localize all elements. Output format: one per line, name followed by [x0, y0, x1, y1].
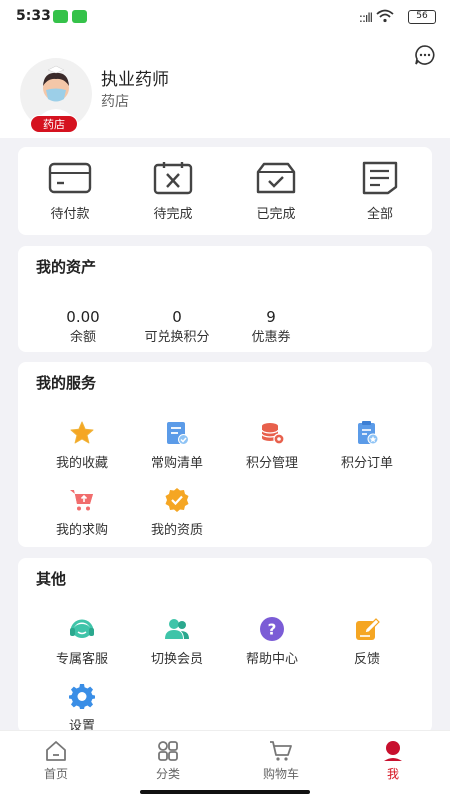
wechat-icon: [53, 10, 68, 23]
other-customer-service[interactable]: 专属客服: [40, 616, 124, 667]
order-completed[interactable]: 已完成: [241, 161, 311, 222]
message-icon[interactable]: [414, 44, 436, 66]
status-time: 5:33: [16, 8, 51, 24]
order-pending-payment[interactable]: 待付款: [35, 161, 105, 222]
help-icon: ?: [260, 617, 284, 641]
tab-home[interactable]: 首页: [21, 739, 91, 782]
other-help-center[interactable]: ? 帮助中心: [230, 616, 314, 667]
order-to-complete[interactable]: 待完成: [138, 161, 208, 222]
assets-card: 我的资产 0.00 余额 0 可兑换积分 9 优惠券: [18, 246, 432, 352]
service-my-qualifications[interactable]: 我的资质: [135, 487, 219, 538]
profile-icon: [384, 741, 402, 761]
users-icon: [165, 619, 189, 639]
shop-type: 药店: [101, 94, 129, 110]
profile-header: 药店 执业药师 药店: [0, 34, 450, 138]
role-badge: 药店: [30, 115, 78, 133]
battery-indicator: 56: [408, 10, 436, 24]
avatar[interactable]: 药店: [20, 58, 92, 133]
other-settings[interactable]: 设置: [40, 683, 124, 734]
cart-upload-icon: [70, 490, 93, 511]
star-icon: [70, 421, 94, 444]
wechat-icon: [72, 10, 87, 23]
order-all[interactable]: 全部: [345, 161, 415, 222]
status-bar: 5:33 ::ıll 56: [0, 0, 450, 34]
signal-icon: ::ıll: [358, 11, 373, 25]
asset-balance[interactable]: 0.00 余额: [38, 308, 128, 345]
home-indicator: [140, 790, 310, 794]
services-title: 我的服务: [36, 374, 97, 392]
other-title: 其他: [36, 570, 67, 588]
headset-icon: [70, 619, 94, 638]
other-feedback[interactable]: 反馈: [325, 616, 409, 667]
user-name: 执业药师: [101, 70, 169, 90]
list-check-icon: [167, 422, 189, 445]
badge-check-icon: [165, 488, 189, 512]
orders-card: 待付款 待完成 已完成 全部: [18, 147, 432, 235]
asset-points[interactable]: 0 可兑换积分: [132, 308, 222, 345]
cart-icon: [270, 741, 292, 761]
tab-me[interactable]: 我: [358, 739, 428, 782]
service-favorites[interactable]: 我的收藏: [40, 420, 124, 471]
wifi-icon: [376, 9, 394, 23]
grid-icon: [158, 741, 178, 761]
gear-icon: [69, 684, 95, 709]
assets-title: 我的资产: [36, 258, 97, 276]
wallet-card-icon: [48, 162, 92, 194]
document-list-icon: [362, 161, 398, 195]
service-points-management[interactable]: 积分管理: [230, 420, 314, 471]
other-switch-member[interactable]: 切换会员: [135, 616, 219, 667]
other-card: 其他 专属客服 切换会员 ? 帮助中心 反馈 设置: [18, 558, 432, 734]
box-check-icon: [256, 162, 296, 194]
order-star-icon: [358, 421, 379, 445]
svg-text:?: ?: [268, 621, 277, 639]
service-frequent-list[interactable]: 常购清单: [135, 420, 219, 471]
tab-cart[interactable]: 购物车: [246, 739, 316, 782]
services-card: 我的服务 我的收藏 常购清单 积分管理 积分订单 我的求购 我的资质: [18, 362, 432, 547]
tab-category[interactable]: 分类: [133, 739, 203, 782]
service-points-orders[interactable]: 积分订单: [325, 420, 409, 471]
home-icon: [46, 741, 66, 761]
calendar-x-icon: [153, 162, 193, 195]
edit-note-icon: [356, 618, 380, 640]
asset-coupons[interactable]: 9 优惠券: [226, 308, 316, 345]
service-my-requests[interactable]: 我的求购: [40, 487, 124, 538]
coins-icon: [261, 423, 285, 445]
